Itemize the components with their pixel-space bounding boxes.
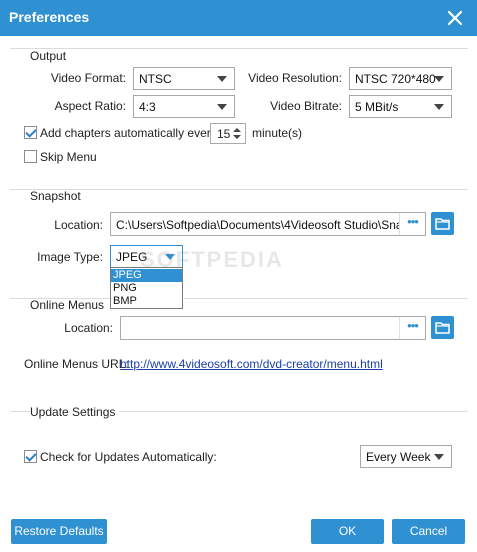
cancel-button[interactable]: Cancel [392, 519, 465, 544]
skip-menu-checkbox[interactable] [24, 150, 37, 163]
video-resolution-select[interactable]: NTSC 720*480 [349, 67, 452, 90]
online-menus-url-label: Online Menus URL: [24, 357, 129, 371]
snapshot-section-title: Snapshot [30, 189, 81, 203]
video-bitrate-select[interactable]: 5 MBit/s [349, 95, 452, 118]
ok-button[interactable]: OK [311, 519, 384, 544]
stepper-up-icon[interactable] [233, 128, 241, 132]
output-divider [10, 48, 468, 49]
folder-icon [435, 218, 450, 230]
chevron-down-icon [434, 104, 444, 110]
chevron-down-icon [434, 76, 444, 82]
browse-dots-icon[interactable]: ••• [399, 317, 425, 339]
video-format-value: NTSC [139, 72, 172, 86]
video-format-label: Video Format: [50, 71, 126, 85]
image-type-option-png[interactable]: PNG [111, 282, 182, 295]
aspect-ratio-select[interactable]: 4:3 [133, 95, 235, 118]
chapters-label: Add chapters automatically every [40, 126, 217, 140]
video-resolution-label: Video Resolution: [248, 71, 342, 85]
snapshot-location-field[interactable]: C:\Users\Softpedia\Documents\4Videosoft … [110, 212, 426, 236]
chapters-checkbox[interactable] [24, 126, 37, 139]
chevron-down-icon [217, 76, 227, 82]
check-updates-checkbox[interactable] [24, 450, 37, 463]
chapters-stepper[interactable]: 15 [210, 123, 246, 144]
stepper-down-icon[interactable] [233, 135, 241, 139]
chapters-unit-label: minute(s) [252, 126, 303, 140]
online-menus-location-field[interactable]: ••• [120, 316, 426, 340]
snapshot-location-label: Location: [54, 218, 103, 232]
title-bar: Preferences [0, 0, 477, 36]
update-frequency-select[interactable]: Every Week [360, 445, 452, 468]
aspect-ratio-value: 4:3 [139, 100, 156, 114]
online-menus-folder-button[interactable] [431, 316, 454, 339]
aspect-ratio-label: Aspect Ratio: [54, 99, 126, 113]
snapshot-folder-button[interactable] [431, 212, 454, 235]
folder-icon [435, 322, 450, 334]
online-menus-divider-right [184, 298, 468, 299]
online-menus-location-label: Location: [64, 321, 113, 335]
update-frequency-value: Every Week [366, 450, 431, 464]
video-resolution-value: NTSC 720*480 [355, 72, 436, 86]
skip-menu-label: Skip Menu [40, 150, 97, 164]
softpedia-watermark: SOFTPEDIA [140, 247, 284, 272]
video-format-select[interactable]: NTSC [133, 67, 235, 90]
image-type-option-bmp[interactable]: BMP [111, 295, 182, 308]
browse-dots-icon[interactable]: ••• [399, 213, 425, 235]
output-section-title: Output [30, 49, 67, 63]
chapters-value: 15 [217, 127, 231, 141]
close-icon[interactable] [445, 8, 465, 28]
video-bitrate-label: Video Bitrate: [270, 99, 342, 113]
check-updates-label: Check for Updates Automatically: [40, 450, 217, 464]
online-menus-section-title: Online Menus [30, 298, 105, 312]
chevron-down-icon [217, 104, 227, 110]
online-menus-url-link[interactable]: http://www.4videosoft.com/dvd-creator/me… [120, 357, 383, 371]
restore-defaults-button[interactable]: Restore Defaults [11, 519, 107, 544]
video-bitrate-value: 5 MBit/s [355, 100, 399, 114]
image-type-dropdown: JPEG PNG BMP [110, 267, 183, 309]
chevron-down-icon [434, 454, 444, 460]
window-title: Preferences [9, 9, 90, 25]
image-type-label: Image Type: [37, 250, 103, 264]
update-section-title: Update Settings [30, 405, 120, 419]
snapshot-location-value: C:\Users\Softpedia\Documents\4Videosoft … [116, 218, 426, 232]
